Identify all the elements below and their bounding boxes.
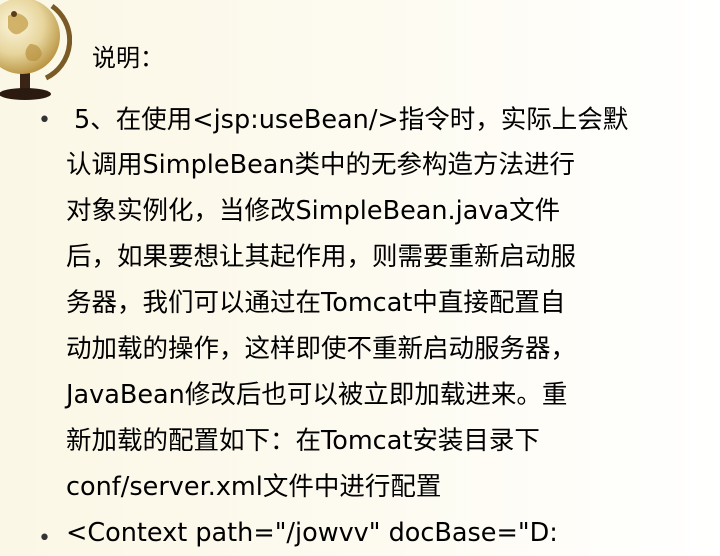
paragraph-line: 认调用SimpleBean类中的无参构造方法进行 [66, 150, 576, 180]
globe-icon [0, 0, 72, 100]
paragraph-line: 务器，我们可以通过在Tomcat中直接配置自 [66, 288, 566, 318]
paragraph-line: conf/server.xml文件中进行配置 [66, 472, 442, 502]
bullet-marker: • [38, 108, 51, 133]
paragraph-line: 新加载的配置如下：在Tomcat安装目录下 [66, 426, 540, 456]
slide-title: 说明： [92, 44, 164, 72]
paragraph-line: 后，如果要想让其起作用，则需要重新启动服 [66, 242, 577, 272]
paragraph-line: 动加载的操作，这样即使不重新启动服务器， [66, 334, 577, 364]
paragraph-line: JavaBean修改后也可以被立即加载进来。重 [66, 380, 568, 410]
paragraph-line: 对象实例化，当修改SimpleBean.java文件 [66, 196, 561, 226]
bullet-marker: • [38, 526, 51, 551]
code-line: <Context path="/jowvv" docBase="D: [66, 518, 558, 548]
paragraph-line: 5、在使用<jsp:useBean/>指令时，实际上会默 [74, 105, 629, 135]
